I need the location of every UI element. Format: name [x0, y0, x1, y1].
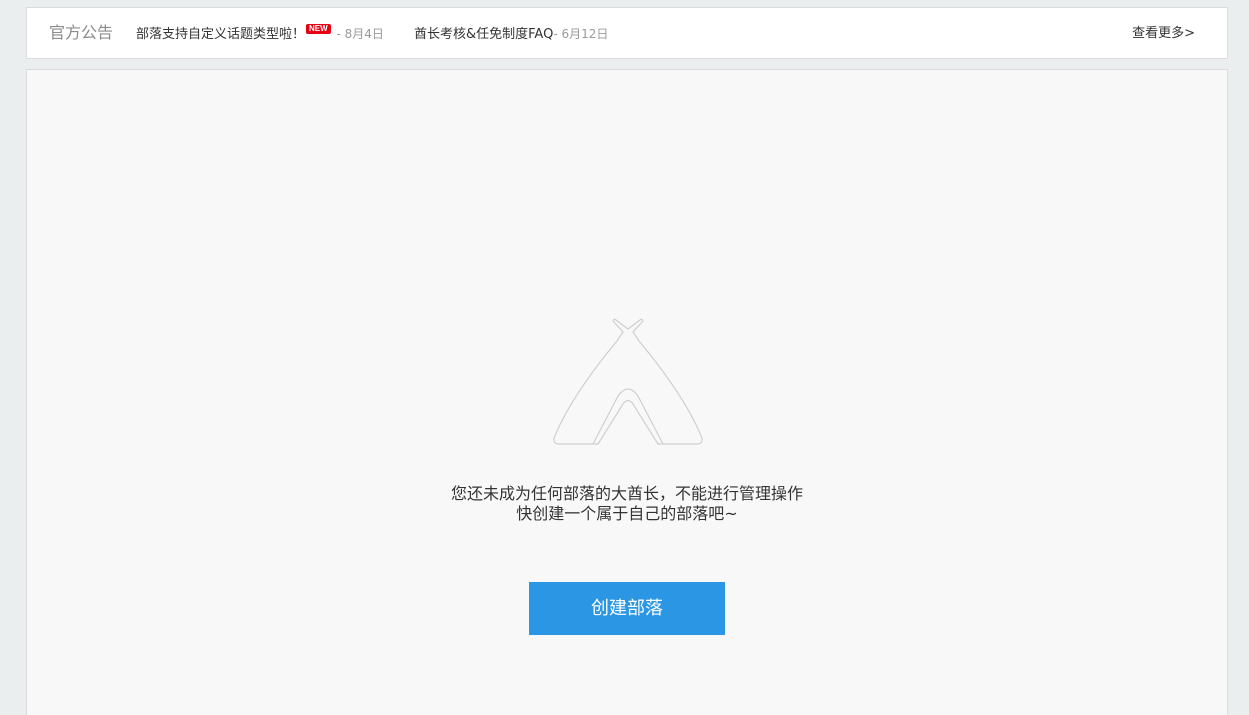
- notice-bar: 官方公告 部落支持自定义话题类型啦！ NEW - 8月4日 酋长考核&任免制度FA…: [26, 7, 1228, 59]
- empty-message-line2: 快创建一个属于自己的部落吧~: [516, 504, 738, 523]
- notice-item-custom-topic[interactable]: 部落支持自定义话题类型啦！ NEW - 8月4日: [136, 24, 384, 44]
- notice-title: 官方公告: [49, 23, 114, 42]
- notice-item-date: - 8月4日: [332, 27, 384, 41]
- empty-message: 您还未成为任何部落的大酋长，不能进行管理操作 快创建一个属于自己的部落吧~: [27, 484, 1227, 524]
- notice-item-text: 酋长考核&任免制度FAQ: [414, 27, 554, 42]
- empty-message-line1: 您还未成为任何部落的大酋长，不能进行管理操作: [450, 484, 803, 503]
- tent-icon: [553, 318, 703, 445]
- notice-item-date: - 6月12日: [553, 27, 609, 41]
- view-more-link[interactable]: 查看更多>: [1132, 25, 1195, 43]
- create-tribe-button[interactable]: 创建部落: [529, 582, 725, 635]
- new-badge: NEW: [306, 24, 331, 34]
- notice-item-chief-faq[interactable]: 酋长考核&任免制度FAQ- 6月12日: [414, 25, 608, 44]
- main-panel: 您还未成为任何部落的大酋长，不能进行管理操作 快创建一个属于自己的部落吧~ 创建…: [26, 69, 1228, 715]
- notice-item-text: 部落支持自定义话题类型啦！: [136, 27, 306, 42]
